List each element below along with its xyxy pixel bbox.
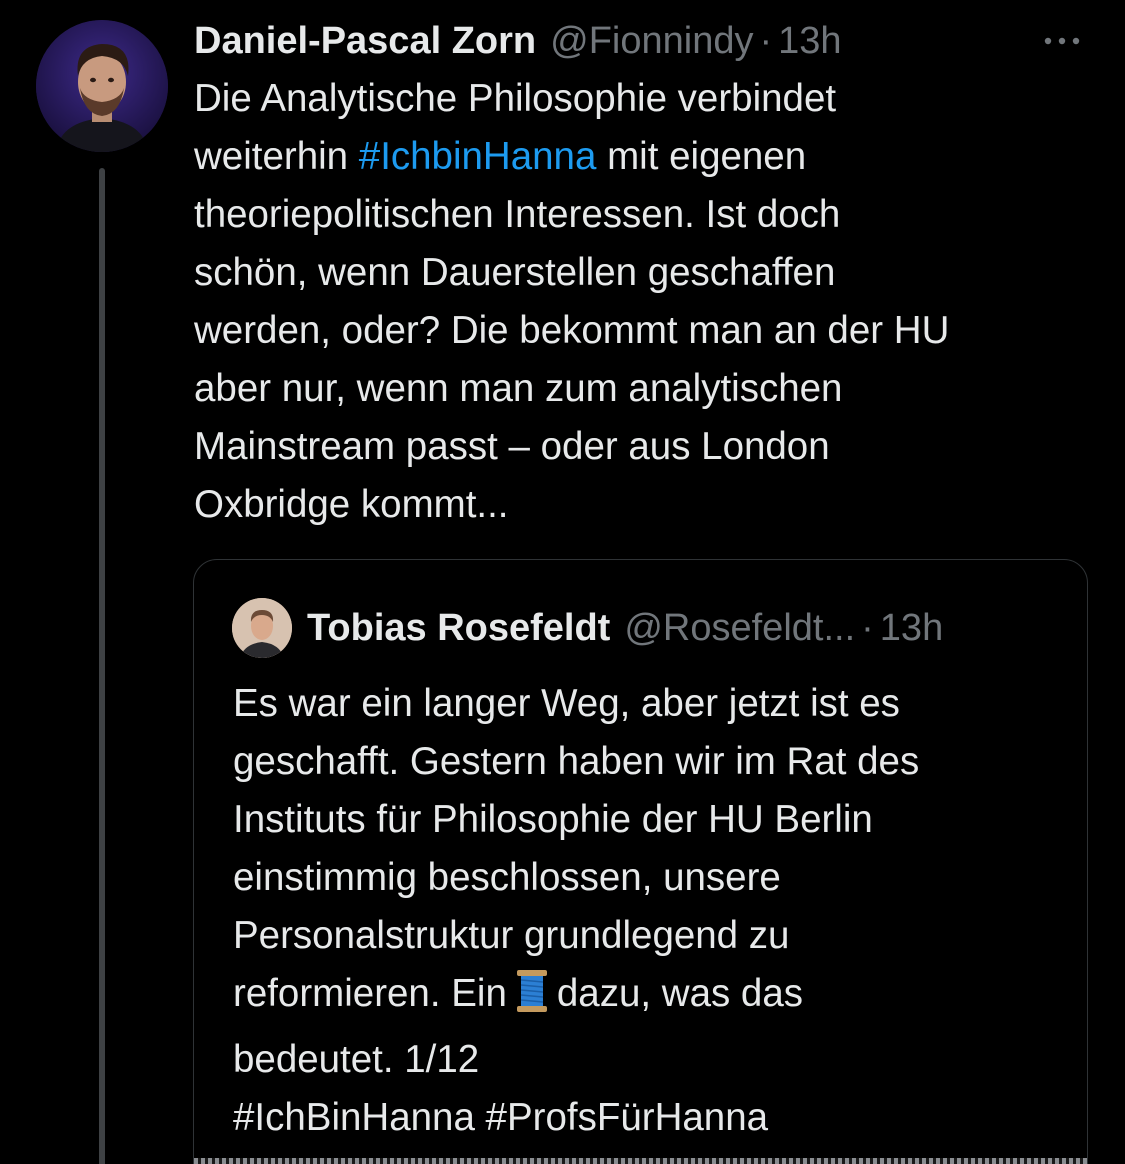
quote-text-line: reformieren. Ein dazu, was das xyxy=(233,965,1073,1031)
quote-header-separator: · xyxy=(861,606,874,649)
tweet-text-line: weiterhin #IchbinHanna mit eigenen xyxy=(194,128,1094,186)
quote-text-line: Es war ein langer Weg, aber jetzt ist es xyxy=(233,682,900,725)
tweet-text-line: Oxbridge kommt... xyxy=(194,483,509,526)
quote-author-handle: @Rosefeldt... xyxy=(624,606,856,649)
quote-text-line: einstimmig beschlossen, unsere xyxy=(233,856,781,899)
tweet-text-line: schön, wenn Dauerstellen geschaffen xyxy=(194,251,836,294)
quote-text-fragment: reformieren. Ein xyxy=(233,972,507,1015)
quote-media-preview-edge xyxy=(194,1158,1087,1164)
tweet-timestamp[interactable]: 13h xyxy=(778,20,841,63)
tweet-text-line: werden, oder? Die bekommt man an der HU xyxy=(194,309,950,352)
more-horizontal-icon[interactable] xyxy=(1036,24,1088,58)
tweet-header: Daniel-Pascal Zorn @Fionnindy · 13h xyxy=(194,16,842,66)
quote-text-line: geschafft. Gestern haben wir im Rat des xyxy=(233,740,920,783)
quote-header: Tobias Rosefeldt @Rosefeldt... · 13h xyxy=(307,602,943,654)
author-handle[interactable]: @Fionnindy xyxy=(550,20,753,63)
tweet-text-line: aber nur, wenn man zum analytischen xyxy=(194,367,843,410)
hashtag-link[interactable]: #IchbinHanna xyxy=(359,135,597,178)
quote-text-line: bedeutet. 1/12 xyxy=(233,1038,480,1081)
tweet-text-fragment: mit eigenen xyxy=(596,135,807,178)
tweet-text-line: Mainstream passt – oder aus London xyxy=(194,425,830,468)
quote-author-name: Tobias Rosefeldt xyxy=(307,606,611,649)
tweet-text: Die Analytische Philosophie verbindet we… xyxy=(194,70,1094,534)
quote-text: Es war ein langer Weg, aber jetzt ist es… xyxy=(233,675,1073,1147)
tweet-text-line: Die Analytische Philosophie verbindet xyxy=(194,77,837,120)
author-name[interactable]: Daniel-Pascal Zorn xyxy=(194,20,536,63)
thread-connector-line xyxy=(99,168,105,1164)
quote-author-avatar xyxy=(232,598,292,658)
quote-hashtags: #IchBinHanna #ProfsFürHanna xyxy=(233,1096,769,1139)
author-avatar[interactable] xyxy=(36,20,168,152)
thread-spool-icon xyxy=(515,968,549,1031)
quote-timestamp: 13h xyxy=(879,606,944,649)
quote-text-fragment: dazu, was das xyxy=(556,972,804,1015)
tweet-text-line: theoriepolitischen Interessen. Ist doch xyxy=(194,193,841,236)
header-separator: · xyxy=(759,19,773,62)
tweet-text-fragment: weiterhin xyxy=(194,135,359,178)
quote-text-line: Instituts für Philosophie der HU Berlin xyxy=(233,798,873,841)
quote-text-line: Personalstruktur grundlegend zu xyxy=(233,914,790,957)
